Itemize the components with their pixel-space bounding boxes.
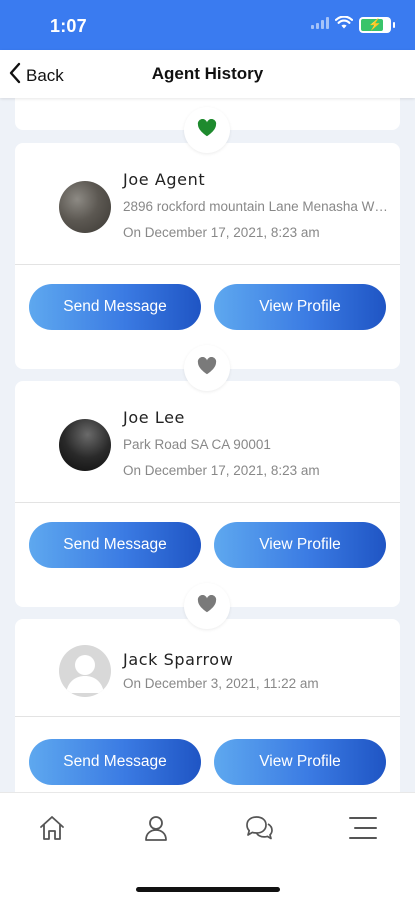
status-time: 1:07: [50, 16, 87, 36]
favorite-toggle[interactable]: [184, 107, 230, 153]
signal-icon: [311, 16, 329, 34]
default-avatar-icon: [59, 645, 111, 697]
battery-charging-icon: ⚡: [359, 17, 395, 33]
agent-address: 2896 rockford mountain Lane Menasha WI 5…: [123, 199, 388, 214]
favorite-toggle[interactable]: [184, 583, 230, 629]
chat-icon: [244, 813, 274, 848]
tab-menu[interactable]: [346, 813, 380, 847]
agent-address: Park Road SA CA 90001: [123, 437, 271, 452]
menu-icon: [348, 813, 378, 848]
divider: [15, 716, 400, 717]
divider: [15, 264, 400, 265]
history-date: On December 17, 2021, 8:23 am: [123, 225, 320, 240]
send-message-button[interactable]: Send Message: [29, 739, 201, 785]
history-date: On December 17, 2021, 8:23 am: [123, 463, 320, 478]
agent-name: Joe Agent: [123, 170, 206, 189]
favorite-toggle[interactable]: [184, 345, 230, 391]
agent-card: Joe Agent 2896 rockford mountain Lane Me…: [15, 143, 400, 369]
status-bar: 1:07 ⚡: [0, 0, 415, 50]
heart-filled-icon: [197, 594, 217, 618]
home-indicator: [136, 887, 280, 892]
history-date: On December 3, 2021, 11:22 am: [123, 676, 319, 691]
tab-home[interactable]: [35, 813, 69, 847]
home-icon: [37, 813, 67, 848]
agent-history-list[interactable]: Joe Agent 2896 rockford mountain Lane Me…: [0, 98, 415, 792]
agent-name: Jack Sparrow: [123, 650, 234, 669]
status-icons: ⚡: [311, 15, 395, 34]
nav-header: Back Agent History: [0, 50, 415, 98]
agent-name: Joe Lee: [123, 408, 185, 427]
view-profile-button[interactable]: View Profile: [214, 739, 386, 785]
avatar: [59, 181, 111, 233]
agent-card: Jack Sparrow On December 3, 2021, 11:22 …: [15, 619, 400, 792]
tab-profile[interactable]: [139, 813, 173, 847]
tab-chat[interactable]: [242, 813, 276, 847]
view-profile-button[interactable]: View Profile: [214, 284, 386, 330]
avatar: [59, 419, 111, 471]
tab-bar: [0, 792, 415, 900]
divider: [15, 502, 400, 503]
send-message-button[interactable]: Send Message: [29, 522, 201, 568]
agent-card: Joe Lee Park Road SA CA 90001 On Decembe…: [15, 381, 400, 607]
wifi-icon: [334, 15, 354, 34]
view-profile-button[interactable]: View Profile: [214, 522, 386, 568]
heart-filled-icon: [197, 356, 217, 380]
page-title: Agent History: [151, 64, 264, 83]
profile-icon: [141, 813, 171, 848]
send-message-button[interactable]: Send Message: [29, 284, 201, 330]
heart-filled-icon: [197, 118, 217, 142]
